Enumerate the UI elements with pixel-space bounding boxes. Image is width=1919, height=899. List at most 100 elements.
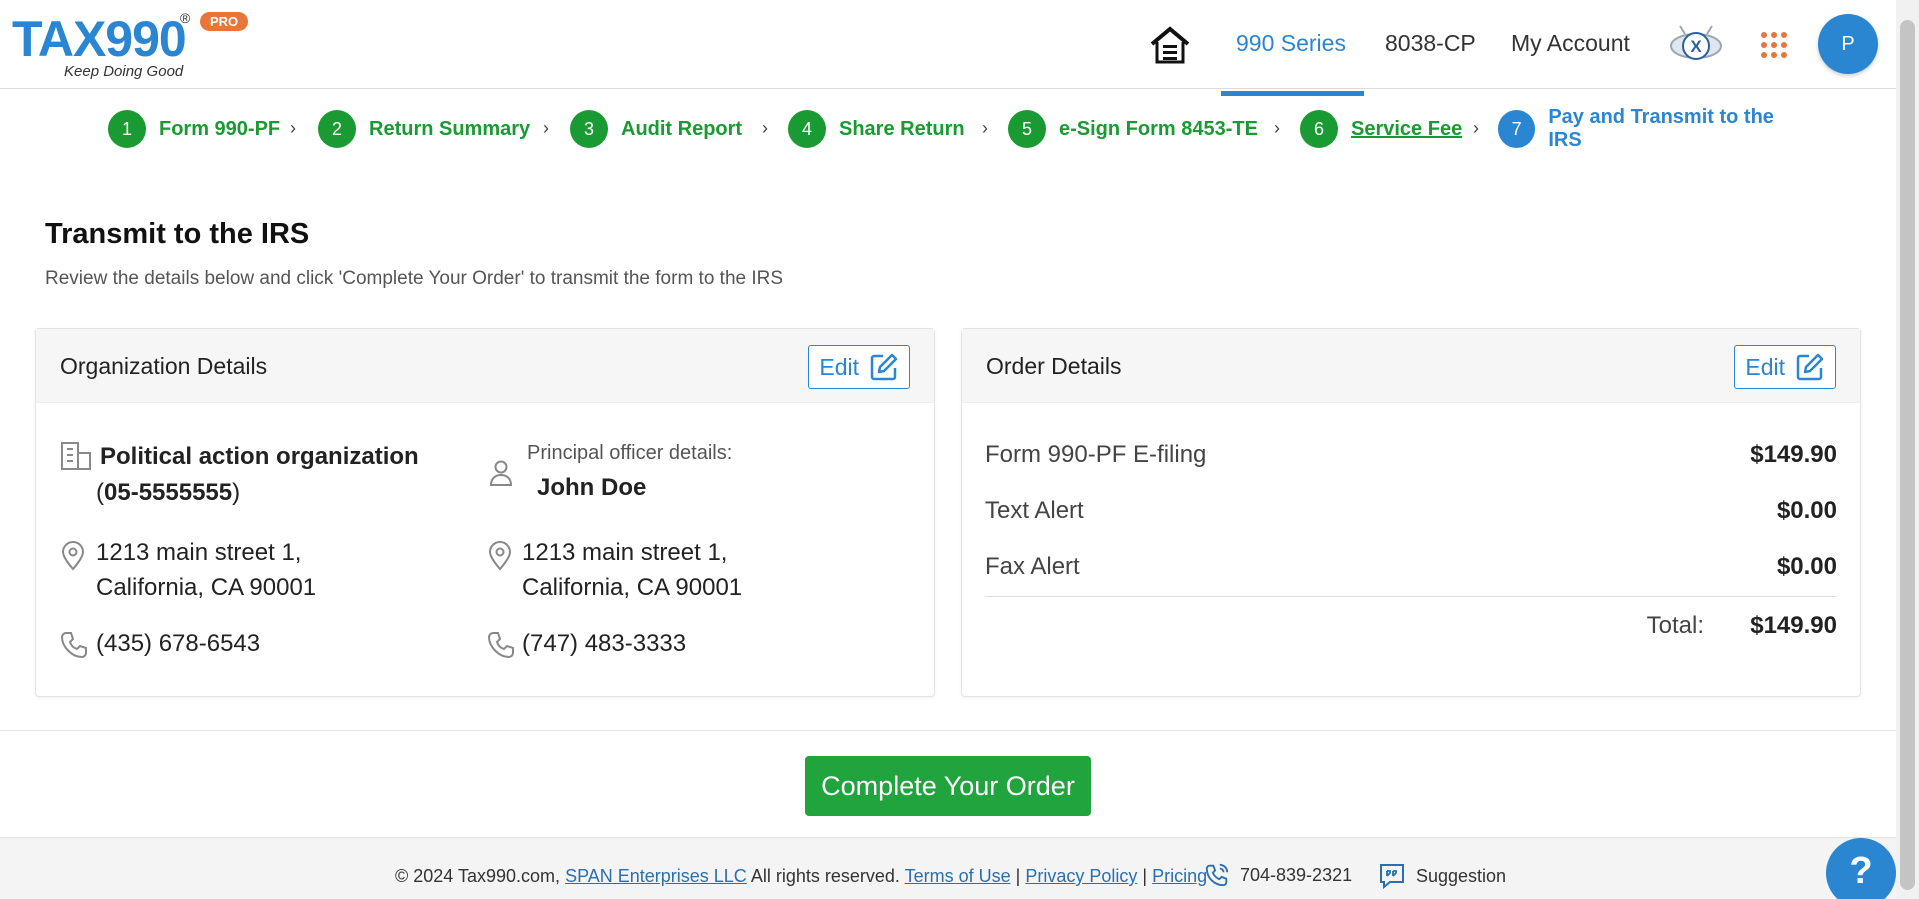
- vertical-scrollbar[interactable]: [1896, 0, 1919, 899]
- order-line-item: Text Alert $0.00: [985, 497, 1837, 525]
- step-label: Return Summary: [369, 117, 531, 140]
- card-title: Order Details: [986, 353, 1122, 379]
- chevron-right-icon: ›: [1274, 118, 1280, 138]
- item-value: $0.00: [1776, 553, 1837, 580]
- step-2[interactable]: 2 Return Summary: [318, 110, 530, 148]
- home-icon[interactable]: [1148, 24, 1192, 64]
- order-divider: [985, 596, 1837, 597]
- progress-stepper: 1 Form 990-PF › 2 Return Summary › 3 Aud…: [108, 106, 1808, 151]
- nav-8038-cp[interactable]: 8038-CP: [1385, 30, 1476, 57]
- location-pin-icon: [488, 541, 512, 571]
- complete-order-button[interactable]: Complete Your Order: [805, 756, 1091, 816]
- page-subtitle: Review the details below and click 'Comp…: [45, 268, 784, 289]
- step-label: e-Sign Form 8453-TE: [1059, 117, 1258, 140]
- pro-badge: PRO: [200, 12, 249, 31]
- organization-name: Political action organization: [100, 443, 419, 470]
- item-label: Form 990-PF E-filing: [985, 441, 1207, 468]
- card-header: Organization Details Edit: [36, 329, 934, 403]
- organization-ein: (05-5555555): [96, 475, 240, 511]
- item-label: Text Alert: [985, 497, 1084, 524]
- suggestion-label: Suggestion: [1416, 865, 1507, 886]
- suggestion-link[interactable]: Suggestion: [1378, 862, 1506, 890]
- officer-phone: (747) 483-3333: [522, 630, 687, 657]
- item-label: Fax Alert: [985, 553, 1080, 580]
- copyright-text: © 2024 Tax990.com,: [395, 866, 561, 886]
- step-1[interactable]: 1 Form 990-PF: [108, 110, 280, 148]
- rights-text: All rights reserved.: [750, 866, 900, 886]
- x-badge-icon[interactable]: X: [1668, 20, 1724, 70]
- edit-organization-button[interactable]: Edit: [808, 345, 910, 389]
- edit-order-button[interactable]: Edit: [1734, 345, 1836, 389]
- step-number: 3: [570, 110, 608, 148]
- total-value: $149.90: [1750, 612, 1837, 639]
- officer-name: John Doe: [537, 474, 647, 501]
- order-line-item: Form 990-PF E-filing $149.90: [985, 441, 1837, 469]
- footer-links: © 2024 Tax990.com, SPAN Enterprises LLC …: [395, 866, 1207, 887]
- step-label[interactable]: Service Fee: [1351, 118, 1462, 141]
- action-bar: Complete Your Order: [0, 730, 1896, 838]
- step-4[interactable]: 4 Share Return: [788, 110, 965, 148]
- phone-ring-icon: [1205, 863, 1229, 887]
- user-avatar[interactable]: P: [1818, 14, 1878, 74]
- support-phone: 704-839-2321: [1240, 864, 1353, 885]
- pricing-link[interactable]: Pricing: [1152, 866, 1207, 886]
- building-icon: [61, 442, 91, 470]
- chevron-right-icon: ›: [1473, 118, 1479, 138]
- top-header: TAX990 ® PRO Keep Doing Good 990 Series …: [0, 0, 1896, 89]
- card-title: Organization Details: [60, 353, 268, 379]
- footer-phone[interactable]: 704-839-2321: [1204, 862, 1352, 888]
- card-header: Order Details Edit: [962, 329, 1860, 403]
- edit-icon: [1796, 353, 1824, 381]
- officer-address-line2: California, CA 90001: [522, 574, 743, 601]
- separator: |: [1015, 866, 1021, 886]
- scroll-thumb[interactable]: [1900, 20, 1915, 890]
- chevron-right-icon: ›: [543, 118, 549, 138]
- ein-value: 05-5555555: [104, 479, 233, 506]
- total-label: Total:: [1646, 612, 1704, 639]
- edit-label: Edit: [819, 353, 859, 380]
- order-line-item: Fax Alert $0.00: [985, 553, 1837, 581]
- step-5[interactable]: 5 e-Sign Form 8453-TE: [1008, 110, 1258, 148]
- apps-grid-icon[interactable]: [1761, 32, 1787, 58]
- chat-quote-icon: [1380, 864, 1404, 890]
- step-6[interactable]: 6 Service Fee: [1300, 110, 1462, 148]
- nav-990-series[interactable]: 990 Series: [1236, 30, 1346, 57]
- phone-icon: [60, 632, 87, 659]
- step-3[interactable]: 3 Audit Report: [570, 110, 742, 148]
- phone-icon: [487, 632, 514, 659]
- step-label: Form 990-PF: [159, 117, 281, 140]
- nav-active-indicator: [1221, 91, 1364, 96]
- organization-address-line1: 1213 main street 1,: [96, 539, 302, 566]
- organization-phone: (435) 678-6543: [96, 630, 261, 657]
- span-enterprises-link[interactable]: SPAN Enterprises LLC: [565, 866, 747, 886]
- svg-text:X: X: [1690, 37, 1702, 56]
- logo-text: TAX990: [12, 11, 187, 67]
- step-number: 6: [1300, 110, 1338, 148]
- step-7: 7 Pay and Transmit to the IRS: [1498, 106, 1808, 151]
- step-number: 2: [318, 110, 356, 148]
- step-label: Pay and Transmit to the IRS: [1548, 106, 1774, 151]
- logo-registered-mark: ®: [180, 10, 191, 26]
- location-pin-icon: [61, 541, 85, 571]
- privacy-link[interactable]: Privacy Policy: [1025, 866, 1137, 886]
- person-icon: [489, 460, 513, 486]
- organization-details-card: Organization Details Edit Political acti…: [35, 328, 935, 697]
- help-button[interactable]: ?: [1826, 838, 1896, 899]
- step-number: 7: [1498, 110, 1536, 148]
- step-number: 4: [788, 110, 826, 148]
- logo-tagline: Keep Doing Good: [64, 63, 184, 80]
- order-details-card: Order Details Edit Form 990-PF E-filing …: [961, 328, 1861, 697]
- page-title: Transmit to the IRS: [45, 218, 310, 250]
- chevron-right-icon: ›: [290, 118, 296, 138]
- item-value: $149.90: [1750, 441, 1837, 468]
- edit-label: Edit: [1745, 353, 1785, 380]
- ein-close-paren: ): [232, 479, 241, 506]
- nav-my-account[interactable]: My Account: [1511, 30, 1630, 57]
- organization-address-line2: California, CA 90001: [96, 574, 317, 601]
- chevron-right-icon: ›: [982, 118, 988, 138]
- terms-link[interactable]: Terms of Use: [905, 866, 1011, 886]
- tax990-logo[interactable]: TAX990 ® PRO Keep Doing Good: [12, 8, 252, 82]
- step-number: 1: [108, 110, 146, 148]
- item-value: $0.00: [1776, 497, 1837, 524]
- chevron-right-icon: ›: [762, 118, 768, 138]
